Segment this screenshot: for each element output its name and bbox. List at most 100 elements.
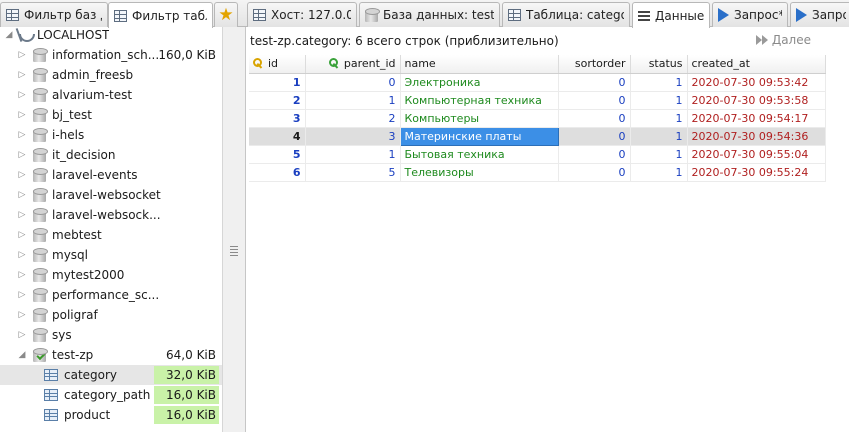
column-header-parent-id[interactable]: parent_id bbox=[305, 55, 401, 74]
favorites-star-button[interactable]: ★ bbox=[214, 2, 238, 27]
data-grid[interactable]: id parent_id name sortorder status creat… bbox=[249, 55, 826, 182]
expand-arrow-icon[interactable]: ▷ bbox=[17, 170, 27, 180]
table-row[interactable]: 3 2 Компьютеры 0 1 2020-07-30 09:54:17 bbox=[249, 109, 826, 128]
cell-status[interactable]: 1 bbox=[630, 127, 688, 146]
expand-arrow-icon[interactable]: ▷ bbox=[17, 230, 27, 240]
tree-database-item[interactable]: ▷ mebtest bbox=[0, 225, 222, 245]
tree-database-item[interactable]: ▷ laravel-websock... bbox=[0, 205, 222, 225]
column-header-name[interactable]: name bbox=[400, 55, 559, 74]
tab-host[interactable]: Хост: 127.0.0.1 bbox=[247, 2, 357, 27]
tree-table-item[interactable]: category_path 16,0 KiB bbox=[0, 385, 222, 405]
cell-name[interactable]: Бытовая техника bbox=[400, 145, 559, 164]
cell-id[interactable]: 1 bbox=[249, 73, 306, 92]
cell-id[interactable]: 3 bbox=[249, 109, 306, 128]
cell-parent-id[interactable]: 5 bbox=[305, 163, 401, 182]
cell-sortorder[interactable]: 0 bbox=[558, 145, 631, 164]
tab-query-1[interactable]: Запрос* bbox=[712, 2, 788, 27]
tree-database-item[interactable]: ▷ laravel-websocket bbox=[0, 185, 222, 205]
cell-parent-id[interactable]: 1 bbox=[305, 145, 401, 164]
column-header-id[interactable]: id bbox=[249, 55, 306, 74]
cell-parent-id[interactable]: 1 bbox=[305, 91, 401, 110]
cell-created-at[interactable]: 2020-07-30 09:53:42 bbox=[687, 73, 826, 92]
cell-created-at[interactable]: 2020-07-30 09:54:17 bbox=[687, 109, 826, 128]
expand-arrow-icon[interactable]: ▷ bbox=[17, 210, 27, 220]
expand-arrow-icon[interactable]: ▷ bbox=[17, 50, 27, 60]
expand-arrow-icon[interactable]: ▷ bbox=[17, 130, 27, 140]
cell-status[interactable]: 1 bbox=[630, 163, 688, 182]
tree-database-item[interactable]: ▷ it_decision bbox=[0, 145, 222, 165]
table-row[interactable]: 2 1 Компьютерная техника 0 1 2020-07-30 09:53… bbox=[249, 91, 826, 110]
cell-sortorder[interactable]: 0 bbox=[558, 109, 631, 128]
tree-database-item[interactable]: ▷ mytest2000 bbox=[0, 265, 222, 285]
next-button[interactable]: Далее bbox=[755, 33, 811, 47]
cell-name[interactable]: Материнские платы bbox=[399, 126, 559, 146]
cell-sortorder[interactable]: 0 bbox=[558, 127, 631, 146]
table-row[interactable]: 1 0 Электроника 0 1 2020-07-30 09:53:42 bbox=[249, 73, 826, 92]
cell-created-at[interactable]: 2020-07-30 09:54:36 bbox=[687, 127, 826, 146]
cell-name[interactable]: Телевизоры bbox=[400, 163, 559, 182]
tree-database-item[interactable]: ▷ i-hels bbox=[0, 125, 222, 145]
expand-arrow-icon[interactable]: ▷ bbox=[17, 310, 27, 320]
tree-table-item[interactable]: product 16,0 KiB bbox=[0, 405, 222, 425]
expand-arrow-icon[interactable]: ▷ bbox=[17, 90, 27, 100]
tree-database-item[interactable]: ▷ sys bbox=[0, 325, 222, 345]
expand-arrow-icon[interactable]: ▷ bbox=[17, 250, 27, 260]
tree-root-localhost[interactable]: ◢ LOCALHOST bbox=[0, 27, 222, 45]
tab-query-2[interactable]: Запрос bbox=[790, 2, 849, 27]
tree-database-item[interactable]: ▷ bj_test bbox=[0, 105, 222, 125]
expand-arrow-icon[interactable]: ▷ bbox=[17, 190, 27, 200]
panel-splitter[interactable] bbox=[222, 27, 246, 432]
cell-created-at[interactable]: 2020-07-30 09:55:04 bbox=[687, 145, 826, 164]
cell-created-at[interactable]: 2020-07-30 09:53:58 bbox=[687, 91, 826, 110]
cell-sortorder[interactable]: 0 bbox=[558, 73, 631, 92]
column-header-sortorder[interactable]: sortorder bbox=[558, 55, 631, 74]
tree-database-item[interactable]: ▷ admin_freesb bbox=[0, 65, 222, 85]
tab-database[interactable]: База данных: test-zp bbox=[359, 2, 500, 27]
expand-arrow-icon[interactable]: ▷ bbox=[17, 110, 27, 120]
cell-parent-id[interactable]: 3 bbox=[305, 127, 401, 146]
cell-id[interactable]: 6 bbox=[249, 163, 306, 182]
table-row[interactable]: 4 3 Материнские платы 0 1 2020-07-30 09:54:36 bbox=[249, 126, 826, 146]
cell-sortorder[interactable]: 0 bbox=[558, 163, 631, 182]
cell-id[interactable]: 4 bbox=[249, 127, 306, 146]
tree-database-item[interactable]: ▷ poligraf bbox=[0, 305, 222, 325]
tab-filter-tables[interactable]: Фильтр таблиц bbox=[108, 2, 213, 28]
tree-database-item[interactable]: ▷ alvarium-test bbox=[0, 85, 222, 105]
collapse-arrow-icon[interactable]: ◢ bbox=[4, 30, 14, 40]
table-row[interactable]: 5 1 Бытовая техника 0 1 2020-07-30 09:55:04 bbox=[249, 145, 826, 164]
cell-sortorder[interactable]: 0 bbox=[558, 91, 631, 110]
tree-database-item[interactable]: ◢ test-zp 64,0 KiB bbox=[0, 345, 222, 365]
cell-created-at[interactable]: 2020-07-30 09:55:24 bbox=[687, 163, 826, 182]
expand-arrow-icon[interactable]: ▷ bbox=[17, 290, 27, 300]
tree-table-item[interactable]: category 32,0 KiB bbox=[0, 365, 222, 385]
tree-database-item[interactable]: ▷ laravel-events bbox=[0, 165, 222, 185]
expand-arrow-icon[interactable]: ▷ bbox=[17, 70, 27, 80]
expand-arrow-icon[interactable]: ▷ bbox=[17, 270, 27, 280]
cell-name[interactable]: Компьютеры bbox=[400, 109, 559, 128]
table-row[interactable]: 6 5 Телевизоры 0 1 2020-07-30 09:55:24 bbox=[249, 163, 826, 182]
tab-data[interactable]: Данные bbox=[632, 2, 710, 28]
cell-id[interactable]: 5 bbox=[249, 145, 306, 164]
tab-label: Данные bbox=[655, 8, 704, 23]
cell-status[interactable]: 1 bbox=[630, 73, 688, 92]
database-tree[interactable]: ◢ LOCALHOST ▷ information_sch... 160,0 KiB… bbox=[0, 27, 222, 432]
column-header-status[interactable]: status bbox=[630, 55, 688, 74]
column-header-created-at[interactable]: created_at bbox=[687, 55, 826, 74]
cell-id[interactable]: 2 bbox=[249, 91, 306, 110]
tree-database-item[interactable]: ▷ mysql bbox=[0, 245, 222, 265]
tree-database-item[interactable]: ▷ information_sch... 160,0 KiB bbox=[0, 45, 222, 65]
cell-name[interactable]: Электроника bbox=[400, 73, 559, 92]
tree-database-item[interactable]: ▷ performance_sc... bbox=[0, 285, 222, 305]
cell-parent-id[interactable]: 2 bbox=[305, 109, 401, 128]
cell-status[interactable]: 1 bbox=[630, 145, 688, 164]
cell-parent-id[interactable]: 0 bbox=[305, 73, 401, 92]
cell-status[interactable]: 1 bbox=[630, 91, 688, 110]
expand-arrow-icon[interactable]: ▷ bbox=[17, 150, 27, 160]
cell-status[interactable]: 1 bbox=[630, 109, 688, 128]
collapse-arrow-icon[interactable]: ◢ bbox=[17, 350, 27, 360]
tab-filter-databases[interactable]: Фильтр баз дан bbox=[0, 2, 108, 27]
tab-table[interactable]: Таблица: category bbox=[502, 2, 630, 27]
cell-name[interactable]: Компьютерная техника bbox=[400, 91, 559, 110]
expand-arrow-icon[interactable]: ▷ bbox=[17, 330, 27, 340]
fast-forward-icon bbox=[755, 34, 768, 46]
